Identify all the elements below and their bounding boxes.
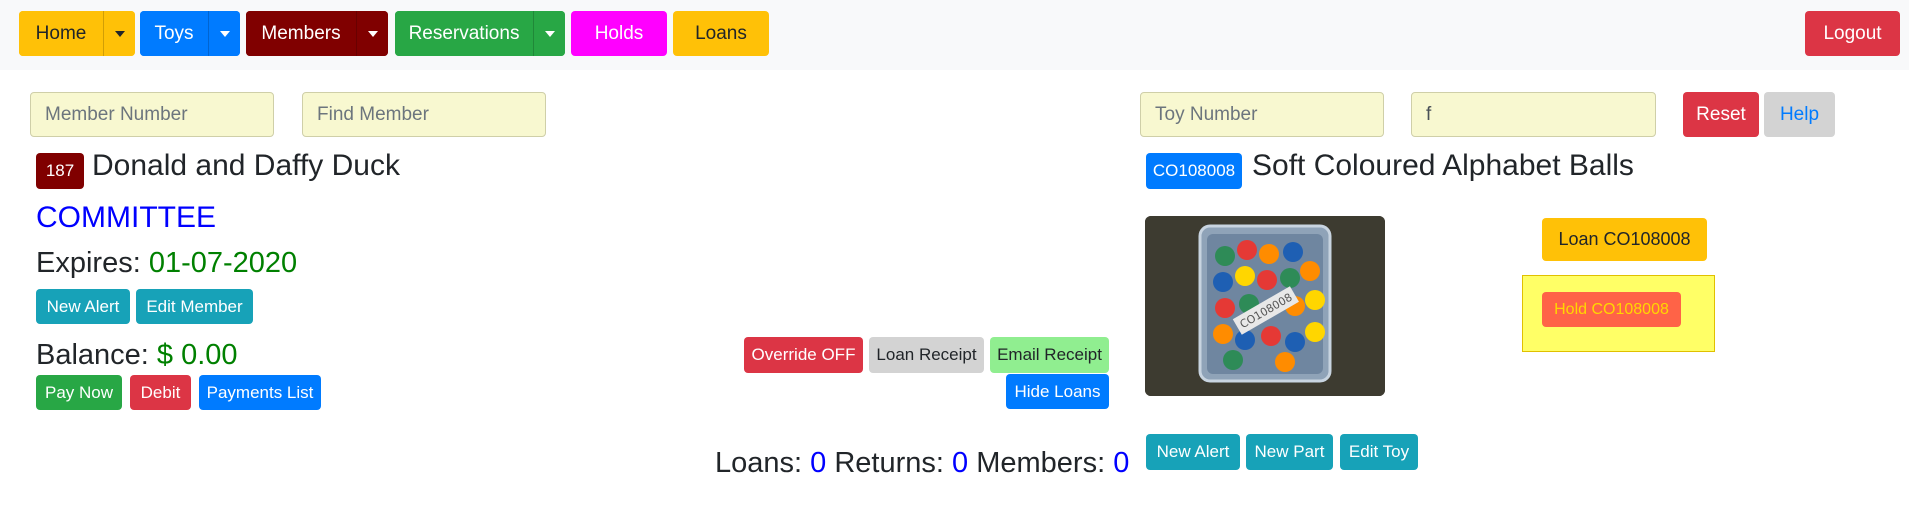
debit-button[interactable]: Debit bbox=[130, 375, 191, 410]
help-button[interactable]: Help bbox=[1764, 92, 1835, 137]
toys-button[interactable]: Toys bbox=[140, 11, 208, 56]
chevron-down-icon bbox=[219, 30, 230, 37]
chevron-down-icon bbox=[367, 30, 378, 37]
chevron-down-icon bbox=[544, 30, 555, 37]
toy-photo: CO108008 bbox=[1145, 216, 1385, 396]
toy-name: Soft Coloured Alphabet Balls bbox=[1252, 149, 1634, 182]
home-button[interactable]: Home bbox=[19, 11, 103, 56]
reset-button[interactable]: Reset bbox=[1683, 92, 1759, 137]
balance-value: $ 0.00 bbox=[156, 339, 238, 371]
balance-label: Balance: bbox=[36, 339, 149, 371]
loan-toy-button[interactable]: Loan CO108008 bbox=[1542, 218, 1707, 261]
new-alert-member-button[interactable]: New Alert bbox=[36, 289, 130, 324]
hold-toy-button[interactable]: Hold CO108008 bbox=[1542, 292, 1681, 327]
member-number-input[interactable] bbox=[30, 92, 274, 137]
new-part-button[interactable]: New Part bbox=[1246, 434, 1333, 470]
members-dropdown-toggle[interactable] bbox=[356, 11, 388, 56]
logout-button[interactable]: Logout bbox=[1805, 11, 1900, 56]
edit-toy-button[interactable]: Edit Toy bbox=[1340, 434, 1418, 470]
loan-receipt-button[interactable]: Loan Receipt bbox=[869, 337, 984, 373]
reservations-button[interactable]: Reservations bbox=[395, 11, 533, 56]
balance-line: Balance: $ 0.00 bbox=[36, 339, 238, 372]
logout-menu: Logout bbox=[1805, 11, 1900, 56]
reservations-menu: Reservations bbox=[395, 11, 565, 56]
home-menu: Home bbox=[19, 11, 135, 56]
home-dropdown-toggle[interactable] bbox=[103, 11, 135, 56]
chevron-down-icon bbox=[114, 30, 125, 37]
find-member-input[interactable] bbox=[302, 92, 546, 137]
toy-code-badge: CO108008 bbox=[1146, 153, 1242, 189]
loans-menu: Loans bbox=[673, 11, 769, 56]
toy-search-input[interactable] bbox=[1411, 92, 1656, 137]
session-totals: Loans: 0 Returns: 0 Members: 0 bbox=[715, 447, 1129, 480]
reservations-dropdown-toggle[interactable] bbox=[533, 11, 565, 56]
override-toggle-button[interactable]: Override OFF bbox=[744, 337, 863, 373]
email-receipt-button[interactable]: Email Receipt bbox=[990, 337, 1109, 373]
expires-value: 01-07-2020 bbox=[148, 247, 298, 279]
members-count-value: 0 bbox=[1113, 447, 1130, 479]
member-role: COMMITTEE bbox=[36, 201, 216, 234]
new-alert-toy-button[interactable]: New Alert bbox=[1146, 434, 1240, 470]
holds-button[interactable]: Holds bbox=[571, 11, 667, 56]
members-menu: Members bbox=[246, 11, 388, 56]
expires-label: Expires: bbox=[36, 247, 141, 279]
loans-count-label: Loans: bbox=[715, 447, 803, 479]
returns-count-value: 0 bbox=[952, 447, 969, 479]
member-number-badge: 187 bbox=[36, 153, 84, 189]
members-count-label: Members: bbox=[976, 447, 1106, 479]
member-name: Donald and Daffy Duck bbox=[92, 149, 400, 182]
toy-number-input[interactable] bbox=[1140, 92, 1384, 137]
edit-member-button[interactable]: Edit Member bbox=[136, 289, 253, 324]
pay-now-button[interactable]: Pay Now bbox=[36, 375, 122, 410]
top-navbar: Home Toys Members Reservations Holds Loa… bbox=[0, 0, 1909, 70]
payments-list-button[interactable]: Payments List bbox=[199, 375, 321, 410]
loans-count-value: 0 bbox=[810, 447, 827, 479]
members-button[interactable]: Members bbox=[246, 11, 356, 56]
holds-menu: Holds bbox=[571, 11, 667, 56]
hide-loans-button[interactable]: Hide Loans bbox=[1006, 374, 1109, 409]
expires-line: Expires: 01-07-2020 bbox=[36, 247, 297, 280]
returns-count-label: Returns: bbox=[834, 447, 944, 479]
toys-menu: Toys bbox=[140, 11, 240, 56]
alphabet-balls-image: CO108008 bbox=[1145, 216, 1385, 396]
toys-dropdown-toggle[interactable] bbox=[208, 11, 240, 56]
loans-button[interactable]: Loans bbox=[673, 11, 769, 56]
